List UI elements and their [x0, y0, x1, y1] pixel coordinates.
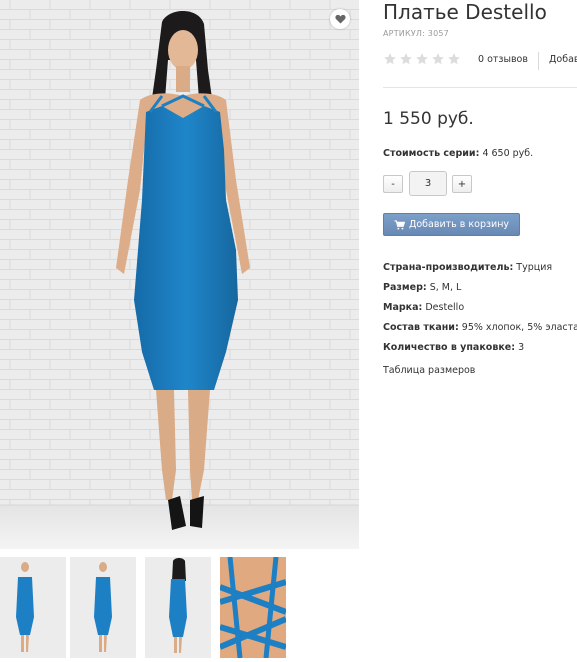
- product-info: Платье Destello АРТИКУЛ: 3057 0 отзывов …: [383, 0, 577, 662]
- series-cost-label: Стоимость серии:: [383, 148, 480, 159]
- product-price: 1 550 руб.: [383, 109, 474, 129]
- rating-stars[interactable]: [383, 52, 461, 66]
- star-icon[interactable]: [383, 52, 397, 66]
- property-country: Страна-производитель: Турция: [383, 258, 577, 278]
- product-title: Платье Destello: [383, 0, 547, 24]
- star-icon[interactable]: [415, 52, 429, 66]
- thumbnail-1-image: [0, 557, 66, 658]
- thumbnail-3-image: [145, 557, 211, 658]
- quantity-input[interactable]: [409, 171, 447, 196]
- property-label: Количество в упаковке:: [383, 342, 516, 353]
- size-table-link[interactable]: Таблица размеров: [383, 365, 475, 376]
- property-value: Турция: [516, 262, 553, 273]
- thumbnail-4-image: [220, 557, 286, 658]
- add-to-cart-button[interactable]: Добавить в корзину: [383, 213, 520, 236]
- series-cost-value: 4 650 руб.: [482, 148, 534, 159]
- decrease-quantity-button[interactable]: -: [383, 175, 403, 193]
- property-value: 95% хлопок, 5% эластан: [461, 322, 577, 333]
- thumbnail-strip: [0, 557, 359, 658]
- series-cost: Стоимость серии: 4 650 руб.: [383, 148, 533, 159]
- reviews-link[interactable]: 0 отзывов: [478, 54, 528, 65]
- property-label: Марка:: [383, 302, 423, 313]
- thumbnail-2-image: [70, 557, 136, 658]
- property-brand: Марка: Destello: [383, 298, 577, 318]
- property-label: Размер:: [383, 282, 427, 293]
- dress-photo-image: [0, 0, 359, 549]
- main-product-photo[interactable]: [0, 0, 359, 549]
- property-fabric: Состав ткани: 95% хлопок, 5% эластан: [383, 318, 577, 338]
- thumbnail-1[interactable]: [0, 557, 66, 658]
- cart-icon: [394, 219, 405, 230]
- star-icon[interactable]: [399, 52, 413, 66]
- star-icon[interactable]: [447, 52, 461, 66]
- thumbnail-2[interactable]: [70, 557, 136, 658]
- star-icon[interactable]: [431, 52, 445, 66]
- property-value: S, M, L: [429, 282, 462, 293]
- rating-row: 0 отзывов Добав: [383, 52, 577, 70]
- property-pack-quantity: Количество в упаковке: 3: [383, 338, 577, 358]
- increase-quantity-button[interactable]: +: [452, 175, 472, 193]
- property-label: Страна-производитель:: [383, 262, 514, 273]
- wishlist-button[interactable]: [330, 9, 350, 29]
- property-value: 3: [518, 342, 525, 353]
- thumbnail-4[interactable]: [220, 557, 286, 658]
- divider: [383, 87, 577, 88]
- thumbnail-3[interactable]: [145, 557, 211, 658]
- property-label: Состав ткани:: [383, 322, 459, 333]
- divider: [538, 52, 539, 70]
- heart-icon: [334, 14, 346, 24]
- property-size: Размер: S, M, L: [383, 278, 577, 298]
- add-to-cart-label: Добавить в корзину: [408, 219, 510, 230]
- product-properties: Страна-производитель: Турция Размер: S, …: [383, 258, 577, 358]
- product-sku: АРТИКУЛ: 3057: [383, 29, 449, 38]
- add-review-link[interactable]: Добав: [549, 54, 577, 65]
- property-value: Destello: [425, 302, 465, 313]
